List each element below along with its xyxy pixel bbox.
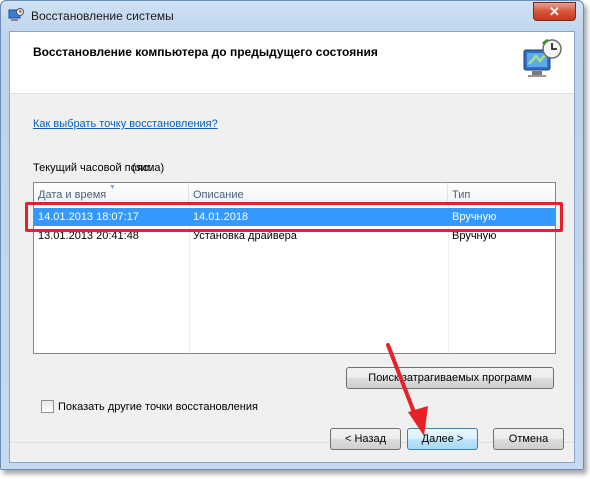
close-icon: ✕: [549, 4, 560, 19]
how-to-choose-link[interactable]: Как выбрать точку восстановления?: [33, 118, 218, 130]
title-bar[interactable]: Восстановление системы ✕: [1, 1, 583, 31]
window-title: Восстановление системы: [31, 9, 174, 23]
timezone-value: (зима): [132, 162, 165, 174]
column-header-date[interactable]: Дата и время ▼: [34, 183, 189, 203]
system-restore-icon: [523, 38, 562, 77]
show-more-label[interactable]: Показать другие точки восстановления: [58, 401, 258, 413]
next-button[interactable]: Далее >: [407, 428, 478, 450]
close-button[interactable]: ✕: [533, 2, 576, 21]
show-more-checkbox[interactable]: [41, 400, 54, 413]
selection-highlight-frame: [25, 202, 563, 232]
scan-affected-programs-button[interactable]: Поиск затрагиваемых программ: [346, 367, 554, 389]
wizard-header: Восстановление компьютера до предыдущего…: [10, 32, 574, 94]
table-header: Дата и время ▼ Описание Тип: [34, 183, 555, 204]
column-header-description[interactable]: Описание: [189, 183, 448, 203]
column-header-label: Дата и время: [38, 189, 107, 201]
cancel-button[interactable]: Отмена: [493, 428, 564, 450]
divider: [10, 442, 574, 443]
page-title: Восстановление компьютера до предыдущего…: [33, 45, 378, 59]
dialog-window: Восстановление системы ✕ Восстановление …: [0, 0, 584, 470]
sort-arrow-icon: ▼: [109, 184, 116, 191]
dialog-client: Восстановление компьютера до предыдущего…: [9, 31, 575, 463]
system-restore-icon: [8, 8, 24, 21]
back-button[interactable]: < Назад: [330, 428, 401, 450]
column-header-type[interactable]: Тип: [448, 183, 555, 203]
